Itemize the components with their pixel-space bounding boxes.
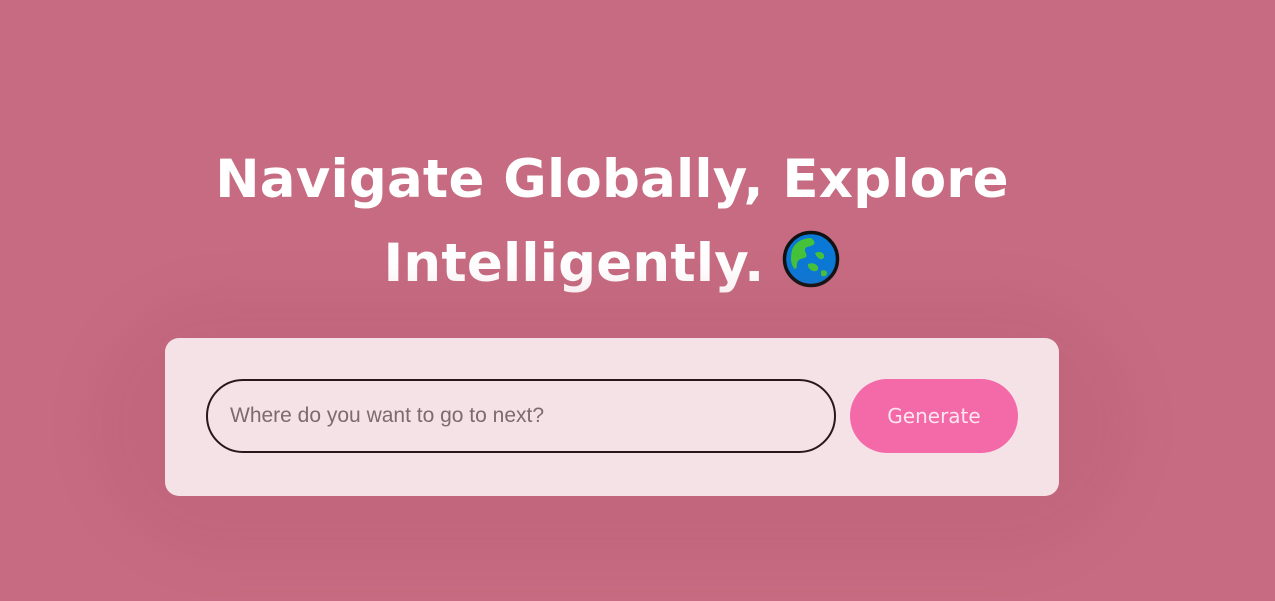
- globe-icon: [783, 230, 840, 288]
- page-title: Navigate Globally, Explore Intelligently…: [162, 138, 1062, 306]
- search-card: Generate: [165, 338, 1059, 496]
- destination-search-input[interactable]: [206, 379, 836, 453]
- page: Navigate Globally, Explore Intelligently…: [0, 0, 1275, 601]
- title-line-1: Navigate Globally, Explore: [215, 149, 1009, 210]
- title-line-2: Intelligently.: [383, 233, 765, 294]
- generate-button[interactable]: Generate: [850, 379, 1018, 453]
